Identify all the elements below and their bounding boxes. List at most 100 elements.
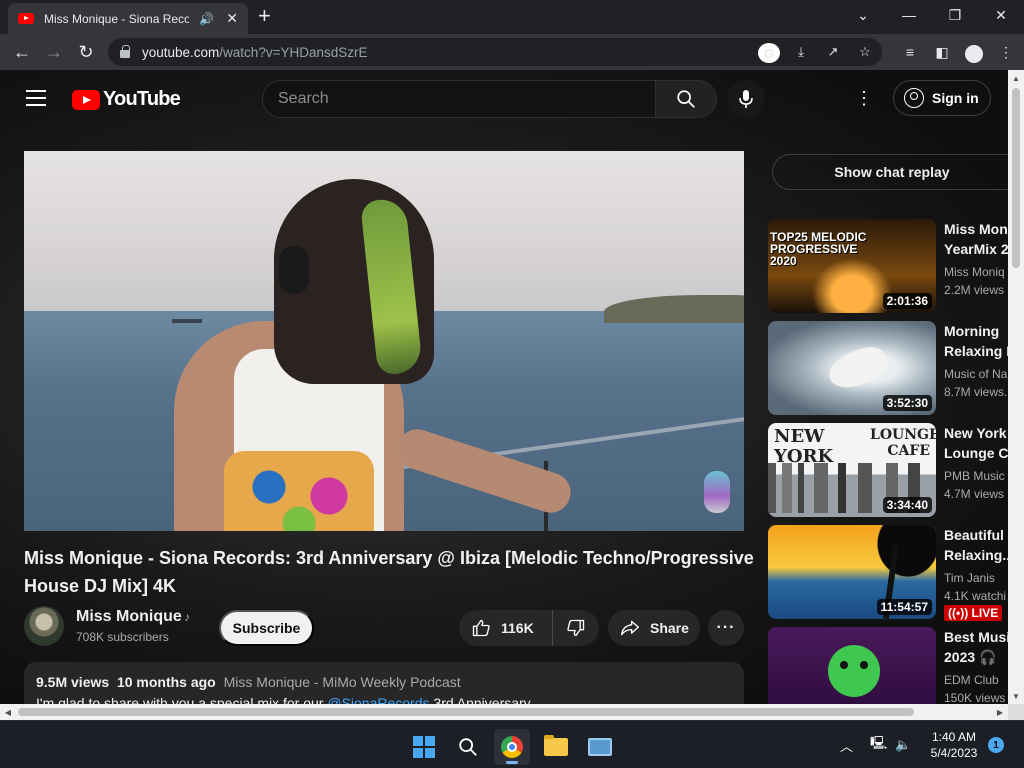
profile-icon[interactable] bbox=[962, 40, 986, 64]
recommendation-item[interactable]: NEW YORK LOUNGE CAFE 3:34:40 New York Lou… bbox=[768, 423, 1008, 519]
playlist-link[interactable]: Miss Monique - MiMo Weekly Podcast bbox=[224, 674, 461, 690]
taskbar-clock[interactable]: 1:40 AM 5/4/2023 bbox=[920, 729, 988, 761]
recommendation-item[interactable]: Best Musi 2023 🎧 EDM Club 150K views bbox=[768, 627, 1008, 704]
recommendation-thumbnail[interactable]: NEW YORK LOUNGE CAFE 3:34:40 bbox=[768, 423, 936, 517]
video-player[interactable] bbox=[24, 151, 744, 531]
recommendation-item[interactable]: 11:54:57 Beautiful Relaxing... Tim Janis … bbox=[768, 525, 1008, 621]
bird-image bbox=[823, 339, 893, 397]
volume-icon[interactable]: 🔈 bbox=[895, 721, 911, 768]
search-button[interactable] bbox=[655, 80, 717, 118]
windows-logo-icon bbox=[413, 736, 435, 758]
recommendation-title[interactable]: Beautiful Relaxing... bbox=[944, 525, 1008, 565]
close-window-button[interactable]: ✕ bbox=[978, 0, 1024, 30]
taskbar-search-button[interactable] bbox=[450, 729, 486, 765]
bookmark-star-icon[interactable]: ☆ bbox=[854, 42, 876, 62]
notification-badge[interactable]: 1 bbox=[988, 737, 1004, 753]
recommendation-thumbnail[interactable] bbox=[768, 627, 936, 704]
thumbnail-text: LOUNGE CAFE bbox=[870, 427, 936, 459]
channel-row: Miss Monique ♪ 708K subscribers Subscrib… bbox=[24, 606, 744, 648]
network-icon[interactable]: 🖳 bbox=[870, 721, 887, 768]
share-arrow-icon bbox=[621, 620, 639, 636]
upload-age: 10 months ago bbox=[116, 674, 216, 690]
vertical-scroll-thumb[interactable] bbox=[1012, 88, 1020, 268]
youtube-favicon-icon bbox=[18, 13, 34, 24]
menu-icon[interactable] bbox=[26, 90, 46, 111]
recommendation-thumbnail[interactable]: TOP25 MELODIC PROGRESSIVE 2020 2:01:36 bbox=[768, 219, 936, 313]
scroll-up-icon[interactable]: ▲ bbox=[1008, 70, 1024, 86]
thumbnail-text: NEW YORK bbox=[774, 426, 834, 467]
dislike-button[interactable] bbox=[553, 610, 599, 646]
google-lens-icon[interactable]: G bbox=[758, 42, 780, 63]
taskbar-remote-desktop[interactable] bbox=[582, 729, 618, 765]
reload-button[interactable]: ↻ bbox=[70, 36, 102, 68]
channel-watermark-icon[interactable] bbox=[704, 471, 730, 513]
recommendation-channel: Music of Na bbox=[944, 367, 1008, 381]
recommendation-meta: 2.2M views bbox=[944, 283, 1005, 297]
recommendation-meta: 4.7M views bbox=[944, 487, 1005, 501]
like-button[interactable]: 116K bbox=[459, 610, 553, 646]
video-description[interactable]: 9.5M views 10 months ago Miss Monique - … bbox=[24, 662, 744, 704]
vertical-scrollbar[interactable]: ▲ ▼ bbox=[1008, 70, 1024, 704]
browser-tab-youtube[interactable]: Miss Monique - Siona Records: 3rd Annive… bbox=[8, 3, 248, 34]
recommendation-title[interactable]: Best Musi 2023 🎧 bbox=[944, 627, 1008, 667]
show-hidden-icons-button[interactable]: ︿ bbox=[840, 721, 853, 768]
taskbar-chrome[interactable] bbox=[494, 729, 530, 765]
folder-icon bbox=[544, 735, 568, 756]
recommendation-item[interactable]: 3:52:30 MorningRelaxing M Music of Na 8.… bbox=[768, 321, 1008, 417]
lock-icon[interactable] bbox=[120, 45, 130, 58]
horizontal-scroll-thumb[interactable] bbox=[18, 708, 914, 716]
sign-in-button[interactable]: Sign in bbox=[893, 80, 991, 116]
marshmello-mask-image bbox=[828, 645, 880, 697]
thumbs-up-icon bbox=[472, 619, 490, 637]
video-frame-shirt-pattern bbox=[224, 451, 374, 531]
recommendation-thumbnail[interactable]: 11:54:57 bbox=[768, 525, 936, 619]
more-actions-button[interactable]: ··· bbox=[708, 610, 744, 646]
horizontal-scrollbar[interactable]: ◀ ▶ bbox=[0, 704, 1008, 720]
youtube-masthead: YouTube ⋮ Sign in bbox=[0, 70, 1008, 126]
thumbnail-text: TOP25 MELODIC PROGRESSIVE 2020 bbox=[770, 230, 867, 268]
scroll-down-icon[interactable]: ▼ bbox=[1008, 688, 1024, 704]
recommendation-item[interactable]: TOP25 MELODIC PROGRESSIVE 2020 2:01:36 M… bbox=[768, 219, 1008, 315]
taskbar-file-explorer[interactable] bbox=[538, 729, 574, 765]
new-tab-button[interactable]: + bbox=[258, 5, 271, 27]
browser-menu-icon[interactable]: ⋮ bbox=[994, 40, 1018, 64]
install-app-icon[interactable]: ⤓ bbox=[790, 42, 812, 62]
video-frame-boat bbox=[172, 319, 202, 323]
share-label: Share bbox=[650, 620, 689, 636]
side-panel-icon[interactable]: ◧ bbox=[930, 40, 954, 64]
share-button[interactable]: Share bbox=[608, 610, 700, 646]
tab-close-icon[interactable]: ✕ bbox=[226, 10, 238, 27]
channel-avatar[interactable] bbox=[24, 606, 64, 646]
address-bar[interactable]: youtube.com/watch?v=YHDansdSzrE G ⤓ ↗ ☆ bbox=[108, 38, 882, 66]
recommendation-meta: 150K views bbox=[944, 691, 1006, 704]
recommendation-title[interactable]: Miss Mon YearMix 2 bbox=[944, 219, 1008, 259]
search-input[interactable] bbox=[278, 90, 638, 108]
reading-list-icon[interactable]: ≡ bbox=[898, 40, 922, 64]
recommendation-channel: Tim Janis bbox=[944, 571, 995, 585]
microphone-icon bbox=[739, 90, 753, 108]
show-chat-replay-button[interactable]: Show chat replay bbox=[772, 154, 1008, 190]
forward-button[interactable]: → bbox=[38, 36, 70, 68]
youtube-page: YouTube ⋮ Sign in Miss Monique bbox=[0, 70, 1008, 704]
restore-button[interactable]: ❐ bbox=[932, 0, 978, 30]
channel-name[interactable]: Miss Monique bbox=[76, 608, 182, 626]
settings-more-icon[interactable]: ⋮ bbox=[854, 86, 874, 110]
sign-in-label: Sign in bbox=[932, 90, 979, 106]
description-meta: 9.5M views 10 months ago Miss Monique - … bbox=[36, 674, 732, 690]
recommendation-title[interactable]: MorningRelaxing M bbox=[944, 321, 1008, 361]
scroll-right-icon[interactable]: ▶ bbox=[992, 704, 1008, 720]
start-button[interactable] bbox=[406, 729, 442, 765]
subscribe-button[interactable]: Subscribe bbox=[219, 610, 314, 646]
scroll-left-icon[interactable]: ◀ bbox=[0, 704, 16, 720]
back-button[interactable]: ← bbox=[6, 36, 38, 68]
video-duration: 3:34:40 bbox=[882, 497, 932, 513]
minimize-button[interactable]: — bbox=[886, 0, 932, 30]
youtube-logo[interactable]: YouTube bbox=[72, 88, 181, 111]
channel-mention-link[interactable]: @SionaRecords bbox=[327, 695, 429, 704]
speaker-icon[interactable]: 🔊 bbox=[199, 12, 214, 26]
recommendation-title[interactable]: New YorkLounge Ca bbox=[944, 423, 1008, 463]
tab-search-icon[interactable]: ⌄ bbox=[840, 0, 886, 30]
share-page-icon[interactable]: ↗ bbox=[822, 42, 844, 62]
recommendation-thumbnail[interactable]: 3:52:30 bbox=[768, 321, 936, 415]
voice-search-button[interactable] bbox=[727, 80, 765, 118]
